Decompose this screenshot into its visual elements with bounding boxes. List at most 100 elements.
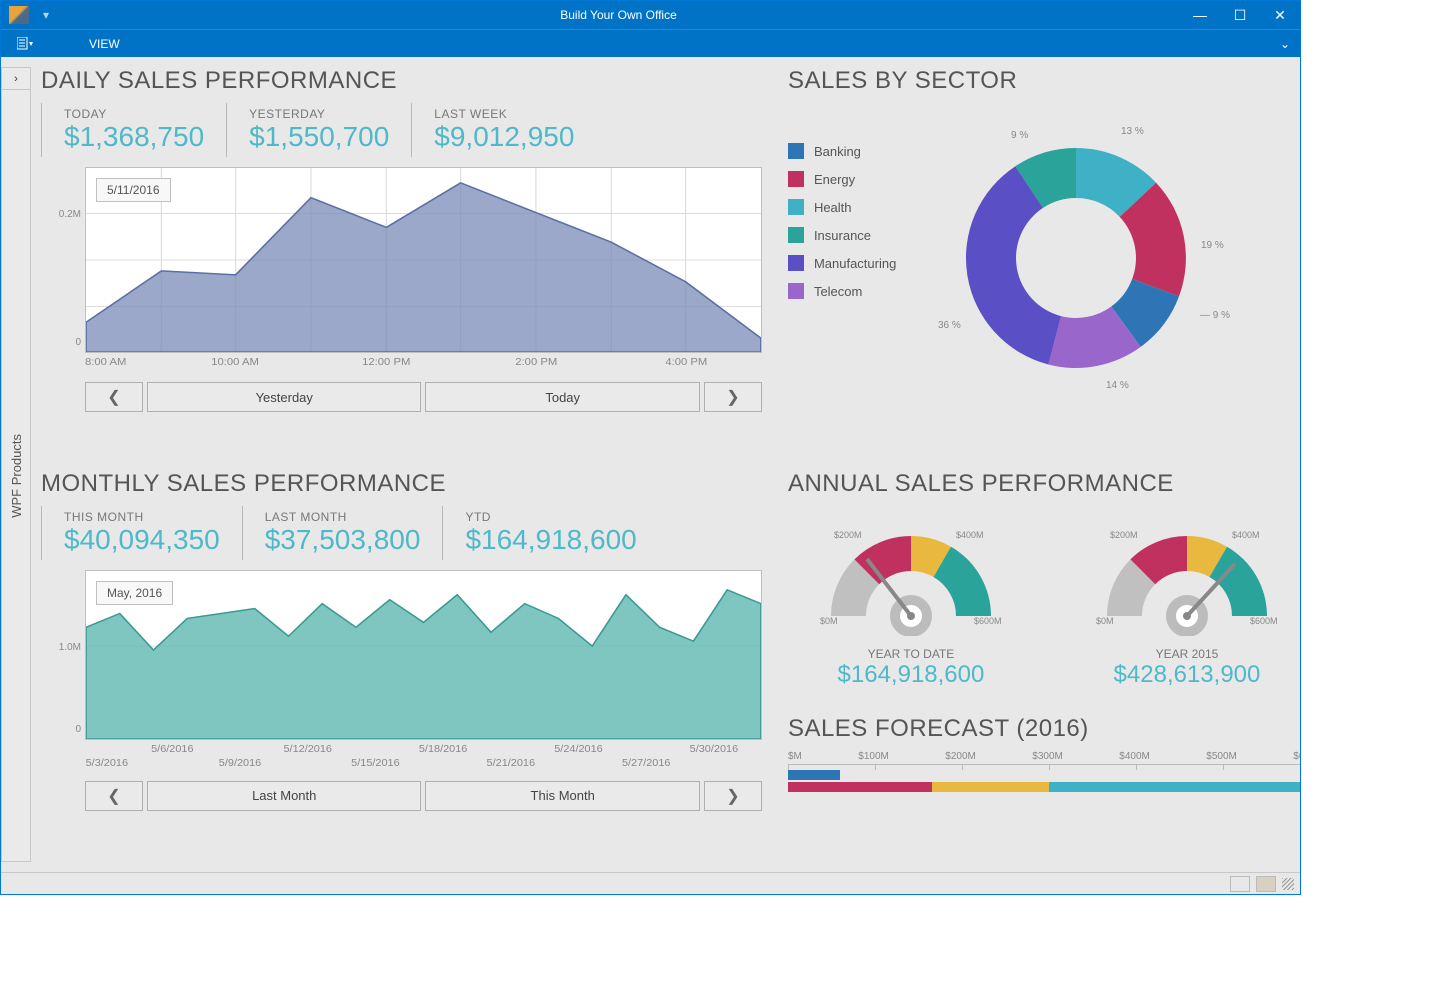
- svg-text:$0M: $0M: [1096, 616, 1114, 626]
- daily-title: DAILY SALES PERFORMANCE: [41, 67, 762, 95]
- swatch-health: [788, 199, 804, 215]
- svg-text:5/12/2016: 5/12/2016: [283, 744, 332, 755]
- monthly-y-axis: 1.0M 0: [41, 570, 85, 740]
- forecast-title: SALES FORECAST (2016): [788, 715, 1300, 743]
- status-layout2-button[interactable]: [1256, 876, 1276, 892]
- svg-text:13 %: 13 %: [1121, 126, 1144, 137]
- monthly-prev-button[interactable]: ❮: [85, 781, 143, 811]
- legend-manufacturing: Manufacturing: [814, 256, 896, 271]
- app-window: ▾ Build Your Own Office — ☐ ✕ VIEW ⌄ › W…: [0, 0, 1301, 895]
- svg-text:19 %: 19 %: [1201, 240, 1224, 251]
- daily-y-axis: 0.2M 0: [41, 167, 85, 353]
- svg-text:5/27/2016: 5/27/2016: [622, 758, 671, 769]
- sidebar-label[interactable]: WPF Products: [9, 424, 24, 528]
- maximize-button[interactable]: ☐: [1220, 1, 1260, 29]
- resize-grip-icon[interactable]: [1282, 878, 1294, 890]
- daily-yesterday-button[interactable]: Yesterday: [147, 382, 421, 412]
- svg-text:14 %: 14 %: [1106, 380, 1129, 391]
- gauge-2015[interactable]: $0M $200M $400M $600M YEAR 2015 $428,613…: [1082, 506, 1292, 689]
- svg-text:0: 0: [75, 724, 81, 735]
- svg-text:5/30/2016: 5/30/2016: [690, 744, 739, 755]
- svg-text:1.0M: 1.0M: [59, 642, 81, 653]
- monthly-title: MONTHLY SALES PERFORMANCE: [41, 470, 762, 498]
- monthly-chart-tooltip: May, 2016: [96, 581, 173, 605]
- swatch-telecom: [788, 283, 804, 299]
- kpi-today-value: $1,368,750: [64, 121, 204, 153]
- dashboard-grid: DAILY SALES PERFORMANCE TODAY$1,368,750 …: [41, 67, 1284, 862]
- kpi-ytd-value: $164,918,600: [465, 524, 636, 556]
- svg-text:5/24/2016: 5/24/2016: [554, 744, 603, 755]
- close-button[interactable]: ✕: [1260, 1, 1300, 29]
- svg-text:$600M: $600M: [1250, 616, 1278, 626]
- svg-text:12:00 PM: 12:00 PM: [362, 357, 410, 368]
- daily-x-axis: 8:00 AM 10:00 AM 12:00 PM 2:00 PM 4:00 P…: [85, 353, 762, 371]
- quick-access-icon[interactable]: ▾: [43, 8, 57, 22]
- svg-text:$200M: $200M: [1110, 530, 1138, 540]
- swatch-energy: [788, 171, 804, 187]
- forecast-chart[interactable]: [788, 764, 1300, 792]
- svg-text:— 9 %: — 9 %: [1200, 310, 1230, 321]
- svg-text:$200M: $200M: [834, 530, 862, 540]
- kpi-thismonth-label: THIS MONTH: [64, 510, 220, 524]
- annual-title: ANNUAL SALES PERFORMANCE: [788, 470, 1300, 498]
- kpi-lastweek-value: $9,012,950: [434, 121, 574, 153]
- legend-insurance: Insurance: [814, 228, 871, 243]
- window-title: Build Your Own Office: [57, 8, 1180, 22]
- monthly-thismonth-button[interactable]: This Month: [425, 781, 699, 811]
- kpi-lastweek-label: LAST WEEK: [434, 107, 574, 121]
- legend-banking: Banking: [814, 144, 861, 159]
- monthly-x-axis: 5/6/2016 5/12/2016 5/18/2016 5/24/2016 5…: [85, 740, 762, 770]
- panel-daily-sales: DAILY SALES PERFORMANCE TODAY$1,368,750 …: [41, 67, 762, 464]
- svg-text:$600M: $600M: [974, 616, 1002, 626]
- svg-text:36 %: 36 %: [938, 320, 961, 331]
- app-menu-button[interactable]: [11, 33, 41, 55]
- daily-next-button[interactable]: ❯: [704, 382, 762, 412]
- daily-prev-button[interactable]: ❮: [85, 382, 143, 412]
- minimize-button[interactable]: —: [1180, 1, 1220, 29]
- gauge-2015-label: YEAR 2015: [1082, 647, 1292, 661]
- ribbon-expand-button[interactable]: ⌄: [1280, 37, 1290, 51]
- forecast-bar-2: [788, 782, 1300, 792]
- svg-text:$400M: $400M: [1232, 530, 1260, 540]
- panel-monthly-sales: MONTHLY SALES PERFORMANCE THIS MONTH$40,…: [41, 470, 762, 863]
- status-layout1-button[interactable]: [1230, 876, 1250, 892]
- sidebar-collapsed: › WPF Products: [1, 67, 31, 862]
- status-bar: [1, 872, 1300, 894]
- svg-text:5/21/2016: 5/21/2016: [487, 758, 536, 769]
- svg-text:10:00 AM: 10:00 AM: [211, 357, 259, 368]
- svg-text:5/15/2016: 5/15/2016: [351, 758, 400, 769]
- svg-text:9 %: 9 %: [1011, 130, 1028, 141]
- kpi-yesterday-value: $1,550,700: [249, 121, 389, 153]
- svg-text:4:00 PM: 4:00 PM: [665, 357, 707, 368]
- kpi-thismonth-value: $40,094,350: [64, 524, 220, 556]
- svg-text:0.2M: 0.2M: [59, 209, 81, 220]
- panel-annual-and-forecast: ANNUAL SALES PERFORMANCE: [788, 470, 1300, 863]
- gauge-ytd[interactable]: $0M $200M $400M $600M YEAR TO DATE $164,…: [806, 506, 1016, 689]
- sidebar-expand-button[interactable]: ›: [2, 68, 30, 90]
- legend-health: Health: [814, 200, 852, 215]
- sector-legend: Banking Energy Health Insurance Manufact…: [788, 143, 896, 403]
- app-logo-icon: [9, 6, 29, 24]
- gauge-ytd-value: $164,918,600: [806, 661, 1016, 689]
- panel-sales-by-sector: SALES BY SECTOR Banking Energy Health In…: [788, 67, 1300, 464]
- monthly-lastmonth-button[interactable]: Last Month: [147, 781, 421, 811]
- gauge-2015-value: $428,613,900: [1082, 661, 1292, 689]
- svg-text:5/9/2016: 5/9/2016: [219, 758, 262, 769]
- kpi-ytd-label: YTD: [465, 510, 636, 524]
- sector-donut-chart[interactable]: 13 % 19 % — 9 % 14 % 36 % 9 %: [916, 103, 1236, 403]
- svg-text:2:00 PM: 2:00 PM: [515, 357, 557, 368]
- monthly-next-button[interactable]: ❯: [704, 781, 762, 811]
- kpi-yesterday-label: YESTERDAY: [249, 107, 389, 121]
- swatch-manufacturing: [788, 255, 804, 271]
- content-area: › WPF Products DAILY SALES PERFORMANCE T…: [1, 57, 1300, 872]
- daily-today-button[interactable]: Today: [425, 382, 699, 412]
- svg-text:$400M: $400M: [956, 530, 984, 540]
- monthly-chart[interactable]: May, 2016: [85, 570, 762, 740]
- svg-text:5/18/2016: 5/18/2016: [419, 744, 468, 755]
- swatch-insurance: [788, 227, 804, 243]
- legend-telecom: Telecom: [814, 284, 862, 299]
- tab-view[interactable]: VIEW: [81, 31, 128, 57]
- title-bar: ▾ Build Your Own Office — ☐ ✕: [1, 1, 1300, 29]
- daily-chart[interactable]: 5/11/2016: [85, 167, 762, 353]
- forecast-scale: $M$100M$200M$300M$400M$500M$60: [788, 751, 1300, 762]
